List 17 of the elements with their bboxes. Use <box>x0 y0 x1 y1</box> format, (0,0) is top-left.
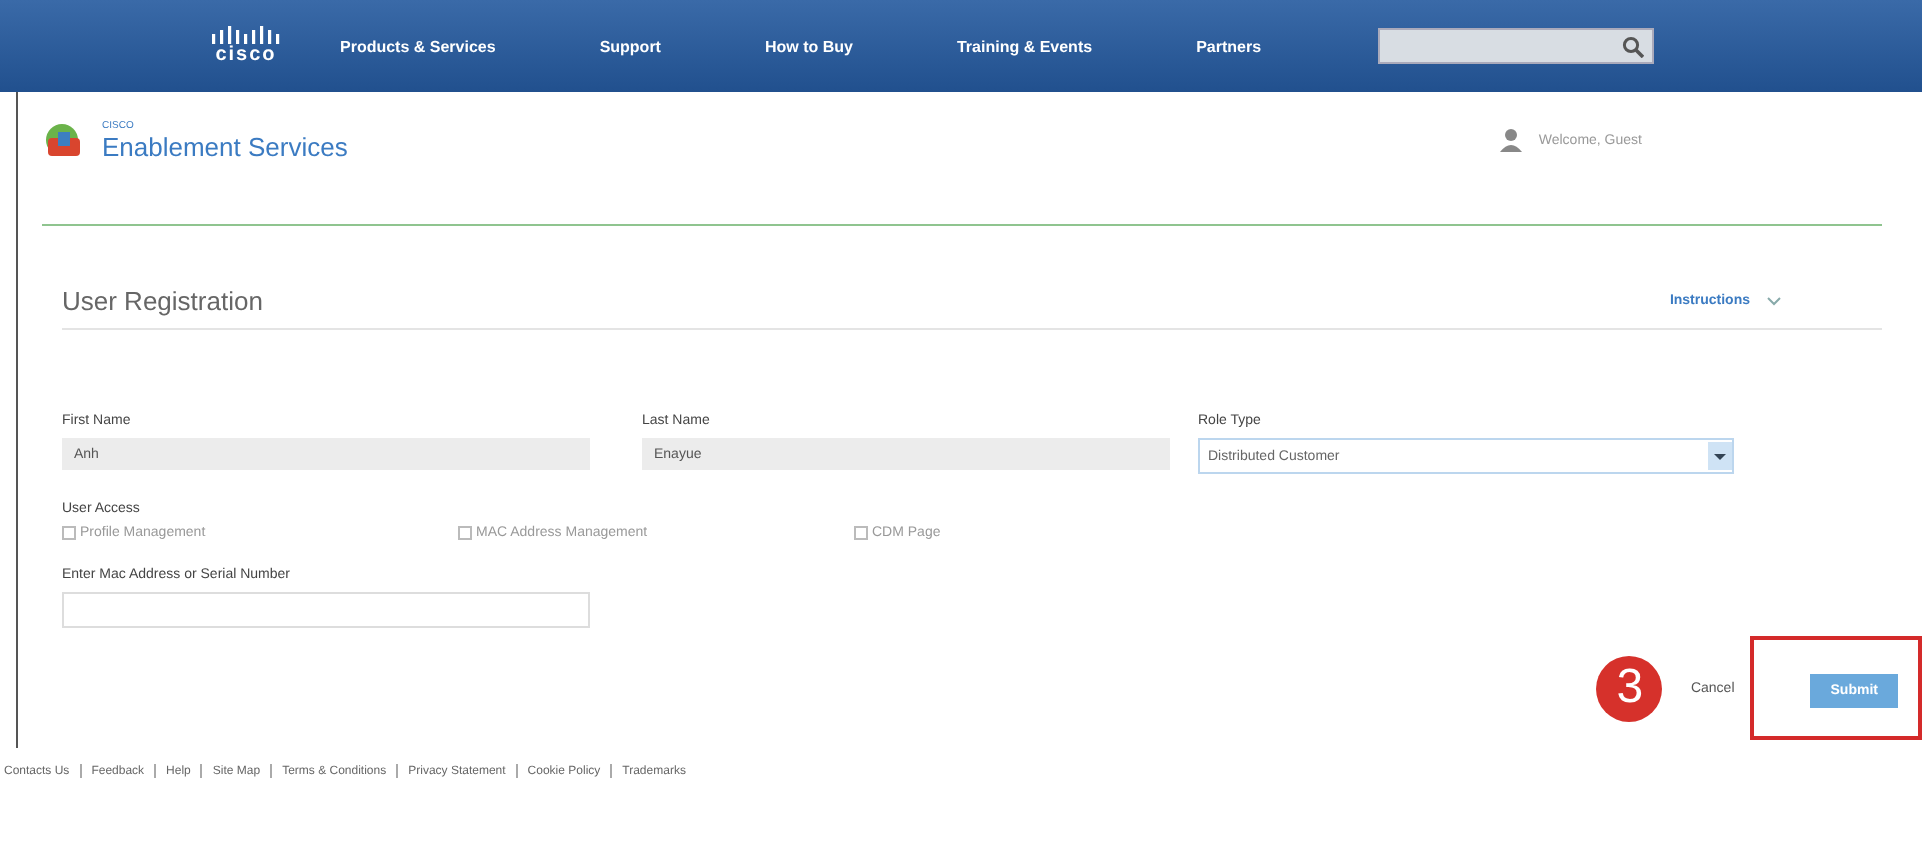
nav-link[interactable]: Training & Events <box>956 37 1093 55</box>
search-icon[interactable] <box>1621 35 1644 57</box>
nav-link[interactable]: Products & Services <box>340 37 496 55</box>
logo-text: cisco <box>215 44 277 66</box>
brand-title: Enablement Services <box>102 131 348 161</box>
dropdown-icon[interactable] <box>1708 442 1732 470</box>
mac-address-field[interactable] <box>62 592 590 628</box>
search-field[interactable] <box>1377 28 1654 64</box>
app-logo-icon <box>42 122 86 158</box>
user-icon <box>1500 128 1523 152</box>
chevron-icon <box>1766 296 1782 306</box>
form-title: User Registration <box>62 286 263 316</box>
nav-link[interactable]: Partners <box>1196 37 1262 55</box>
nav-link[interactable]: How to Buy <box>764 37 853 55</box>
logo-bars-icon <box>212 26 280 44</box>
nav-link[interactable]: Support <box>599 37 661 55</box>
step-badge: 3 <box>1596 655 1663 721</box>
